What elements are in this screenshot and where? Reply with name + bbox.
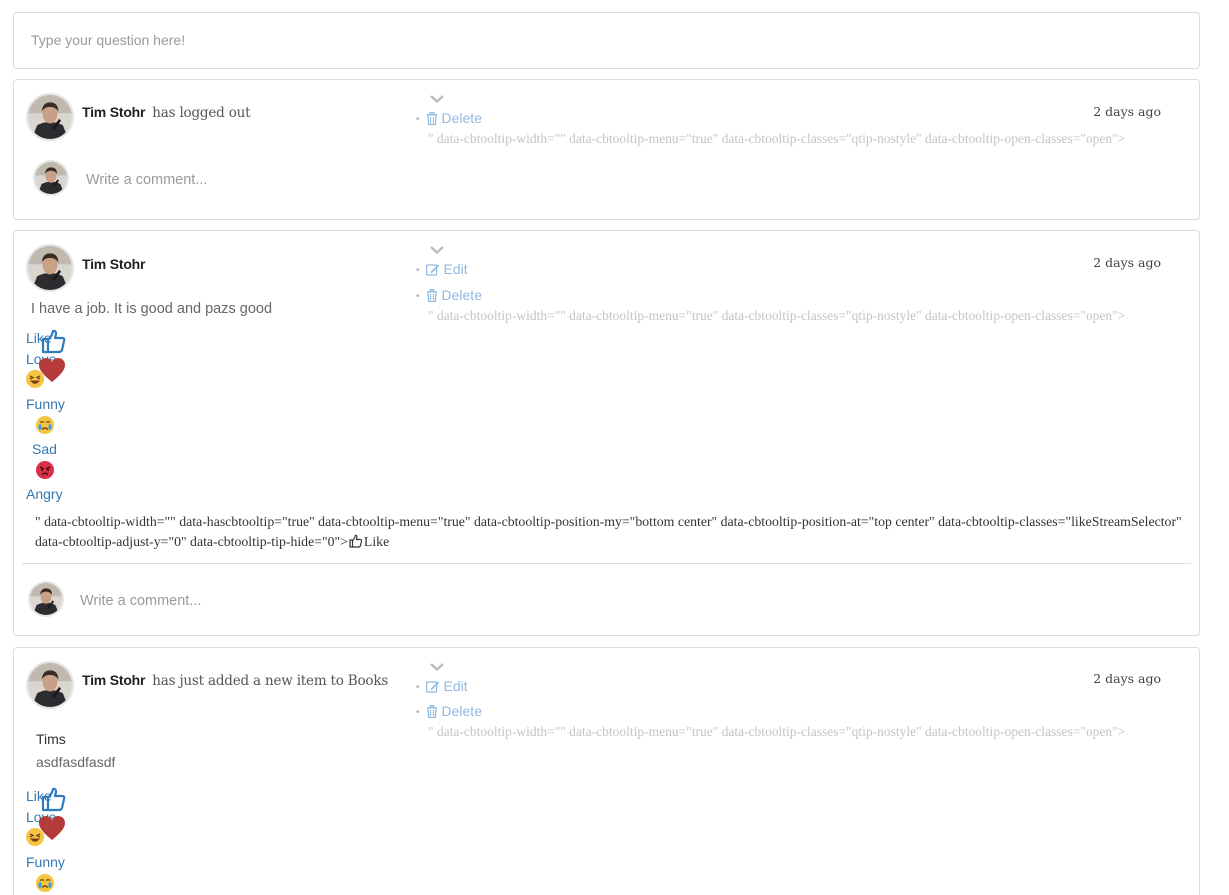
edit-icon [426, 263, 440, 276]
post-timestamp[interactable]: 2 days ago [1093, 104, 1161, 119]
post-header: Tim Stohr [82, 256, 145, 272]
comment-input[interactable] [80, 593, 680, 609]
post-card: Tim Stohr has logged out • Delete " data-c… [13, 79, 1200, 220]
question-input[interactable] [31, 32, 1131, 48]
like-leak-text: " data-cbtooltip-width="" data-hascbtool… [35, 514, 1182, 549]
post-header: Tim Stohr has just added a new item to Bo… [82, 672, 388, 689]
edit-icon [426, 680, 440, 693]
laughing-emoji-icon[interactable] [26, 370, 44, 388]
question-box [13, 12, 1200, 69]
like-button-label[interactable]: Like [364, 534, 389, 549]
comment-avatar [33, 160, 69, 196]
delete-menu-item[interactable]: • Delete [416, 703, 482, 719]
delete-menu-item[interactable]: • Delete [416, 287, 482, 303]
trash-icon [426, 289, 438, 302]
comment-input[interactable] [86, 172, 686, 188]
post-timestamp[interactable]: 2 days ago [1093, 255, 1161, 270]
angry-emoji-icon[interactable] [36, 461, 54, 479]
chevron-down-icon[interactable] [429, 662, 445, 672]
post-timestamp[interactable]: 2 days ago [1093, 671, 1161, 686]
reaction-angry-label[interactable]: Angry [26, 486, 63, 502]
delete-label: Delete [441, 703, 482, 719]
author-name[interactable]: Tim Stohr [82, 672, 145, 688]
leaked-attribute-text: " data-cbtooltip-width="" data-cbtooltip… [428, 308, 1126, 323]
delete-label: Delete [441, 110, 482, 126]
reaction-funny-label[interactable]: Funny [26, 396, 65, 412]
post-card: Tim Stohr • Edit • Delete " data-cbtooltip… [13, 230, 1200, 636]
avatar[interactable] [26, 244, 74, 292]
divider [22, 563, 1191, 564]
avatar[interactable] [26, 661, 74, 709]
edit-label: Edit [443, 261, 468, 277]
chevron-down-icon[interactable] [429, 245, 445, 255]
post-action-text: has just added a new item to Books [152, 673, 389, 689]
reaction-sad-label[interactable]: Sad [32, 441, 57, 457]
post-body-text: I have a job. It is good and pazs good [31, 301, 273, 317]
delete-label: Delete [441, 287, 482, 303]
avatar[interactable] [26, 93, 74, 141]
edit-menu-item[interactable]: • Edit [416, 678, 468, 694]
author-name[interactable]: Tim Stohr [82, 104, 145, 120]
item-title[interactable]: Tims [36, 731, 66, 747]
laughing-emoji-icon[interactable] [26, 828, 44, 846]
delete-menu-item[interactable]: • Delete [416, 110, 482, 126]
post-card: Tim Stohr has just added a new item to Bo… [13, 647, 1200, 895]
leaked-attribute-text: " data-cbtooltip-width="" data-cbtooltip… [428, 131, 1126, 146]
item-description: asdfasdfasdf [36, 754, 116, 770]
like-leaked-attribute-text: " data-cbtooltip-width="" data-hascbtool… [35, 512, 1210, 552]
thumbs-up-outline-icon[interactable] [348, 534, 363, 548]
trash-icon [426, 112, 438, 125]
author-name[interactable]: Tim Stohr [82, 256, 145, 272]
edit-menu-item[interactable]: • Edit [416, 261, 468, 277]
crying-emoji-icon[interactable] [36, 416, 54, 434]
reaction-funny-label[interactable]: Funny [26, 854, 65, 870]
comment-avatar [28, 581, 64, 617]
edit-label: Edit [443, 678, 468, 694]
trash-icon [426, 705, 438, 718]
post-action-text: has logged out [152, 105, 251, 121]
post-header: Tim Stohr has logged out [82, 104, 251, 121]
chevron-down-icon[interactable] [429, 94, 445, 104]
leaked-attribute-text: " data-cbtooltip-width="" data-cbtooltip… [428, 724, 1126, 739]
crying-emoji-icon[interactable] [36, 874, 54, 892]
